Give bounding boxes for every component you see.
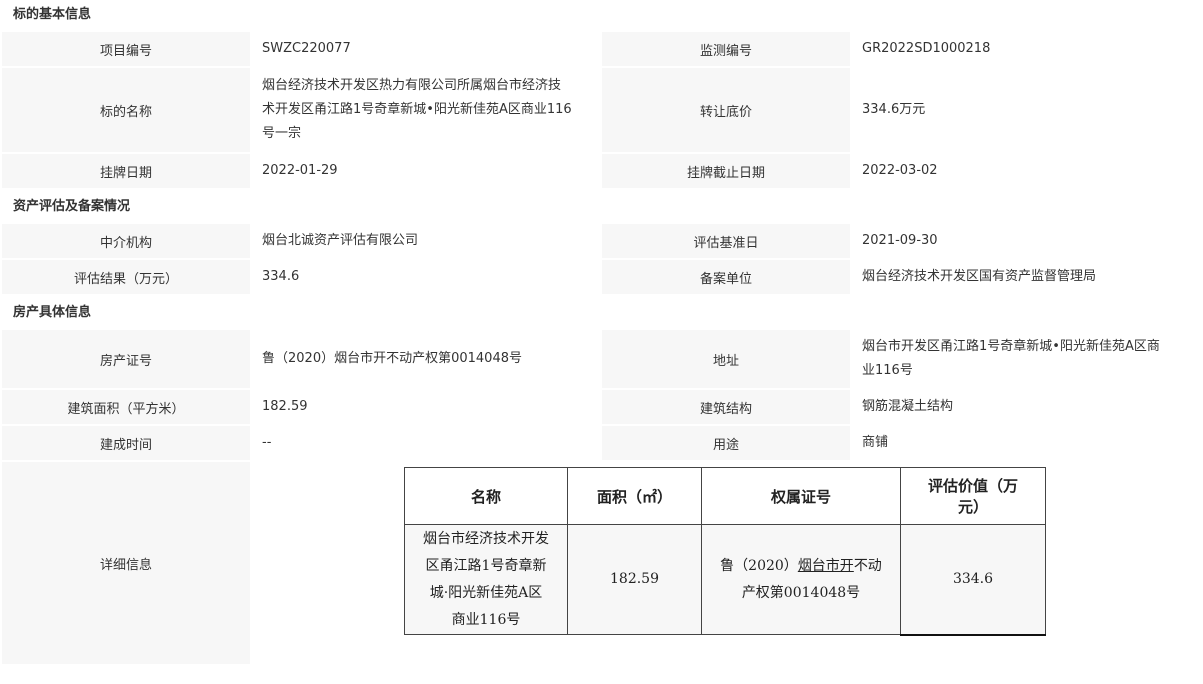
listing-date-value: 2022-01-29 bbox=[252, 154, 600, 188]
property-table: 房产证号 鲁（2020）烟台市开不动产权第0014048号 地址 烟台市开发区甬… bbox=[0, 328, 1203, 666]
detail-name-line-1: 烟台市经济技术开发 bbox=[423, 530, 549, 547]
detail-cert-suffix: 不动 bbox=[853, 557, 882, 574]
project-no-label: 项目编号 bbox=[2, 32, 250, 66]
listing-date-label: 挂牌日期 bbox=[2, 154, 250, 188]
detail-cert: 鲁（2020）烟台市开不动 产权第0014048号 bbox=[701, 524, 901, 635]
agency-value: 烟台北诚资产评估有限公司 bbox=[252, 224, 600, 258]
structure-value: 钢筋混凝土结构 bbox=[852, 390, 1203, 424]
basic-info-table: 项目编号 SWZC220077 监测编号 GR2022SD1000218 标的名… bbox=[0, 30, 1203, 190]
detail-name-line-3: 城·阳光新佳苑A区 bbox=[429, 584, 543, 601]
built-value: -- bbox=[252, 426, 600, 460]
detail-cert-link[interactable]: 烟台市开 bbox=[798, 558, 854, 574]
detail-header-value-line-1: 评估价值（万 bbox=[927, 477, 1018, 495]
detail-header-name: 名称 bbox=[404, 467, 568, 525]
address-line-2: 业116号 bbox=[862, 363, 913, 378]
cert-label: 房产证号 bbox=[2, 330, 250, 388]
detail-cell: 名称 面积（㎡） 权属证号 评估价值（万 元） 烟台市经济技术开发 区甬江路1号… bbox=[252, 462, 1203, 664]
address-line-1: 烟台市开发区甬江路1号奇章新城•阳光新佳苑A区商 bbox=[862, 339, 1160, 354]
section-title-appraisal: 资产评估及备案情况 bbox=[0, 192, 1203, 226]
detail-name-line-4: 商业116号 bbox=[451, 611, 521, 628]
detail-header-value: 评估价值（万 元） bbox=[900, 467, 1046, 525]
detail-name-line-2: 区甬江路1号奇章新 bbox=[425, 557, 547, 574]
project-no-value: SWZC220077 bbox=[252, 32, 600, 66]
detail-cert-prefix: 鲁（2020） bbox=[720, 557, 798, 574]
reserve-price-value: 334.6万元 bbox=[852, 68, 1203, 152]
name-line-2: 术开发区甬江路1号奇章新城•阳光新佳苑A区商业116 bbox=[262, 102, 572, 117]
name-line-3: 号一宗 bbox=[262, 126, 302, 141]
usage-value: 商铺 bbox=[852, 426, 1203, 460]
filing-label: 备案单位 bbox=[602, 260, 850, 294]
area-label: 建筑面积（平方米） bbox=[2, 390, 250, 424]
area-value: 182.59 bbox=[252, 390, 600, 424]
result-label: 评估结果（万元） bbox=[2, 260, 250, 294]
base-date-value: 2021-09-30 bbox=[852, 224, 1203, 258]
built-label: 建成时间 bbox=[2, 426, 250, 460]
structure-label: 建筑结构 bbox=[602, 390, 850, 424]
detail-name: 烟台市经济技术开发 区甬江路1号奇章新 城·阳光新佳苑A区 商业116号 bbox=[404, 524, 568, 635]
result-value: 334.6 bbox=[252, 260, 600, 294]
detail-wrap: 名称 面积（㎡） 权属证号 评估价值（万 元） 烟台市经济技术开发 区甬江路1号… bbox=[252, 462, 1203, 662]
name-value: 烟台经济技术开发区热力有限公司所属烟台市经济技 术开发区甬江路1号奇章新城•阳光… bbox=[252, 68, 600, 152]
address-label: 地址 bbox=[602, 330, 850, 388]
detail-value: 334.6 bbox=[900, 524, 1046, 636]
detail-header-cert: 权属证号 bbox=[701, 467, 901, 525]
detail-cert-line-2: 产权第0014048号 bbox=[741, 584, 861, 601]
monitor-no-label: 监测编号 bbox=[602, 32, 850, 66]
detail-table: 名称 面积（㎡） 权属证号 评估价值（万 元） 烟台市经济技术开发 区甬江路1号… bbox=[404, 467, 1046, 636]
appraisal-table: 中介机构 烟台北诚资产评估有限公司 评估基准日 2021-09-30 评估结果（… bbox=[0, 222, 1203, 296]
cert-value: 鲁（2020）烟台市开不动产权第0014048号 bbox=[252, 330, 600, 388]
agency-label: 中介机构 bbox=[2, 224, 250, 258]
base-date-label: 评估基准日 bbox=[602, 224, 850, 258]
section-title-property: 房产具体信息 bbox=[0, 298, 1203, 332]
page: 标的基本信息 项目编号 SWZC220077 监测编号 GR2022SD1000… bbox=[0, 0, 1203, 684]
filing-value: 烟台经济技术开发区国有资产监督管理局 bbox=[852, 260, 1203, 294]
detail-label: 详细信息 bbox=[2, 462, 250, 664]
section-title-basic: 标的基本信息 bbox=[0, 0, 1203, 34]
address-value: 烟台市开发区甬江路1号奇章新城•阳光新佳苑A区商 业116号 bbox=[852, 330, 1203, 388]
name-line-1: 烟台经济技术开发区热力有限公司所属烟台市经济技 bbox=[262, 78, 562, 93]
detail-area: 182.59 bbox=[567, 524, 702, 635]
usage-label: 用途 bbox=[602, 426, 850, 460]
table-row: 烟台市经济技术开发 区甬江路1号奇章新 城·阳光新佳苑A区 商业116号 182… bbox=[404, 524, 1046, 636]
name-label: 标的名称 bbox=[2, 68, 250, 152]
detail-header-area: 面积（㎡） bbox=[567, 467, 702, 525]
reserve-price-label: 转让底价 bbox=[602, 68, 850, 152]
monitor-no-value: GR2022SD1000218 bbox=[852, 32, 1203, 66]
listing-end-label: 挂牌截止日期 bbox=[602, 154, 850, 188]
detail-header-value-line-2: 元） bbox=[957, 498, 988, 516]
listing-end-value: 2022-03-02 bbox=[852, 154, 1203, 188]
